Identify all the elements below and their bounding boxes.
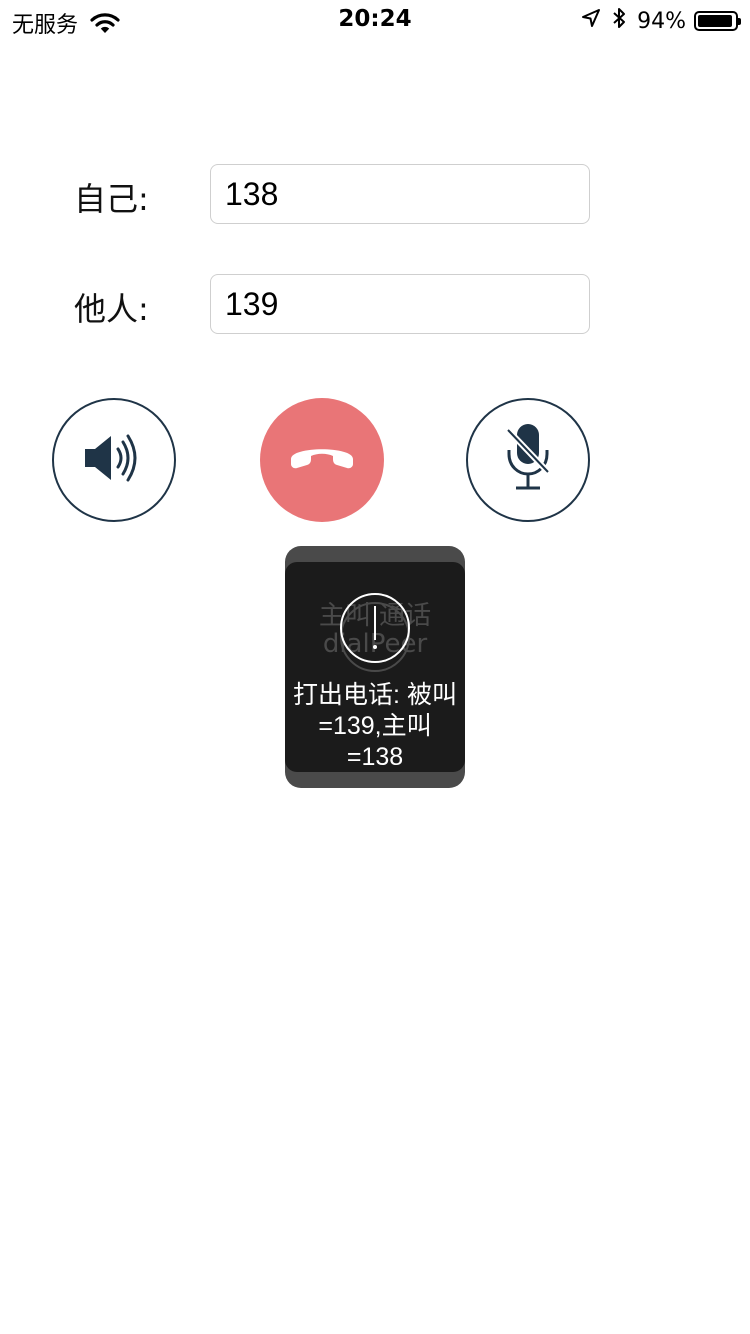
call-screen: 无服务 20:24 94% 自己: 138 他人: 139 主叫 通话 dial… [0,0,750,1334]
toast-message: 打出电话: 被叫 =139,主叫 =138 [285,680,465,773]
status-right: 94% [581,7,741,35]
speaker-button[interactable] [52,398,176,522]
other-number-row: 他人: [0,274,750,334]
toast-popup: 主叫 通话 dialPeer 打出电话: 被叫 =139,主叫 =138 [285,546,465,788]
bluetooth-icon [611,7,627,35]
battery-percent: 94% [637,8,686,34]
location-arrow-icon [581,8,601,34]
status-bar: 无服务 20:24 94% [0,0,750,40]
battery-nub [738,18,741,25]
toast-message-line: 打出电话: 被叫 [293,681,457,709]
toast-body: 主叫 通话 dialPeer 打出电话: 被叫 =139,主叫 =138 [285,562,465,772]
self-number-row: 自己: [0,164,750,224]
self-number-input[interactable] [210,164,590,224]
other-label: 他人: [74,290,149,328]
battery-fill [698,15,732,27]
exclamation-circle-icon [339,592,411,664]
toast-message-line: =138 [346,743,404,771]
self-label: 自己: [74,180,149,218]
toast-message-line: =139,主叫 [318,712,432,740]
hangup-button[interactable] [260,398,384,522]
speaker-icon [81,430,147,490]
battery-icon [694,11,741,31]
microphone-muted-icon [500,420,556,500]
other-number-input[interactable] [210,274,590,334]
mute-button[interactable] [466,398,590,522]
phone-hangup-icon [287,438,357,482]
